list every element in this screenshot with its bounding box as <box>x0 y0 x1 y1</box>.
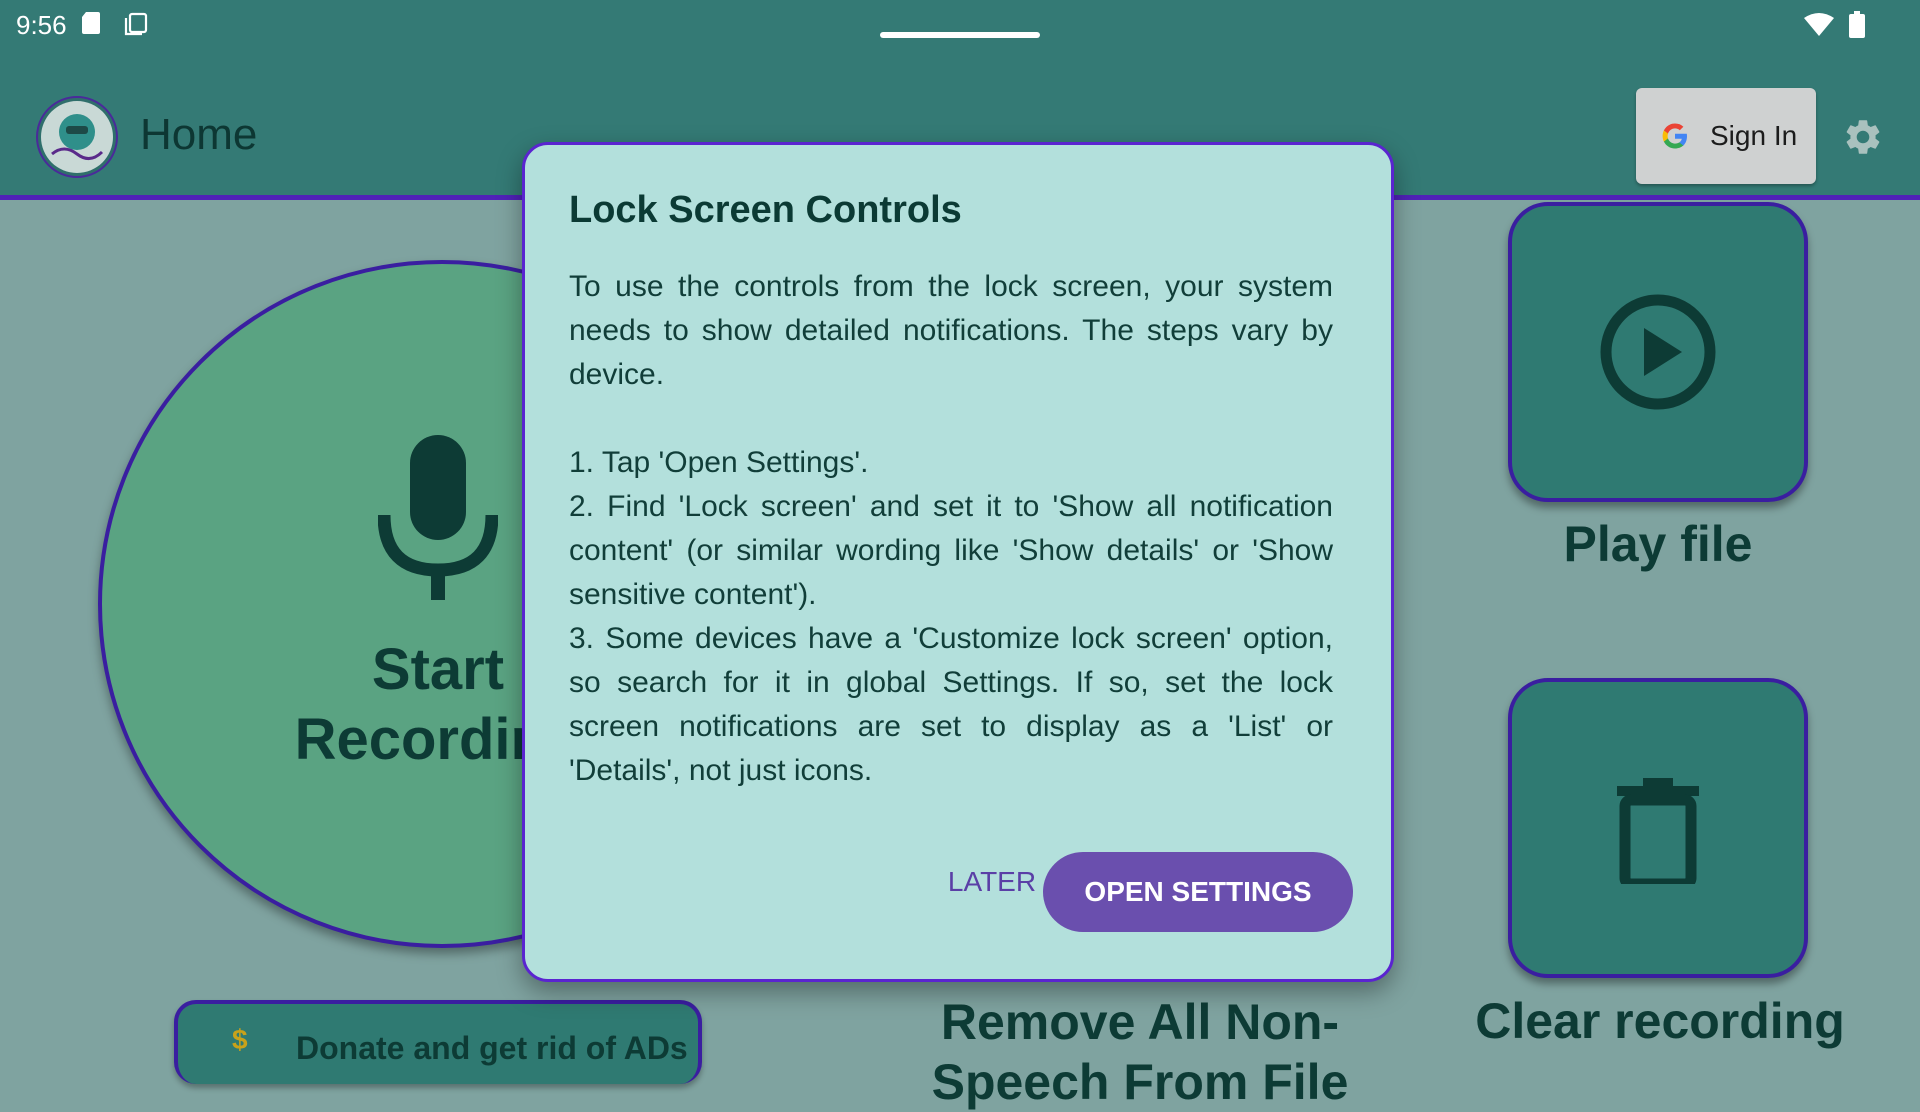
app-logo[interactable] <box>36 96 118 178</box>
remove-non-speech-label[interactable]: Remove All Non-Speech From File <box>920 992 1360 1112</box>
copy-icon <box>124 12 148 36</box>
sign-in-label: Sign In <box>1710 120 1798 151</box>
battery-icon <box>1849 11 1865 38</box>
trash-icon <box>1617 778 1699 884</box>
gesture-handle[interactable] <box>880 32 1040 38</box>
gear-icon[interactable] <box>1842 116 1884 158</box>
google-icon <box>1662 123 1687 149</box>
lock-screen-controls-dialog: Lock Screen Controls To use the controls… <box>522 142 1394 982</box>
dialog-step: 3. Some devices have a 'Customize lock s… <box>569 622 1333 787</box>
sign-in-button[interactable]: Sign In <box>1636 88 1816 184</box>
status-bar: 9:56 <box>0 0 1920 50</box>
dialog-body: To use the controls from the lock screen… <box>569 265 1333 793</box>
play-icon <box>1600 294 1716 410</box>
dollar-icon: $ <box>232 1024 248 1055</box>
status-time: 9:56 <box>16 10 67 40</box>
donate-button[interactable]: $ Donate and get rid of ADs <box>174 1000 702 1084</box>
dialog-step: 2. Find 'Lock screen' and set it to 'Sho… <box>569 490 1333 611</box>
open-settings-button[interactable]: OPEN SETTINGS <box>1043 852 1353 932</box>
clear-recording-label: Clear recording <box>1475 993 1845 1049</box>
dialog-intro: To use the controls from the lock screen… <box>569 270 1333 391</box>
dialog-step: 1. Tap 'Open Settings'. <box>569 446 869 479</box>
page-title: Home <box>140 110 258 159</box>
clear-recording-button[interactable] <box>1508 678 1808 978</box>
play-file-label: Play file <box>1563 516 1753 572</box>
wifi-icon <box>1804 13 1834 36</box>
dialog-title: Lock Screen Controls <box>569 189 962 231</box>
play-file-button[interactable] <box>1508 202 1808 502</box>
donate-label: Donate and get rid of ADs <box>296 1030 688 1066</box>
app-logo-icon <box>41 101 113 173</box>
sd-card-icon <box>82 12 100 34</box>
microphone-icon <box>378 435 498 600</box>
